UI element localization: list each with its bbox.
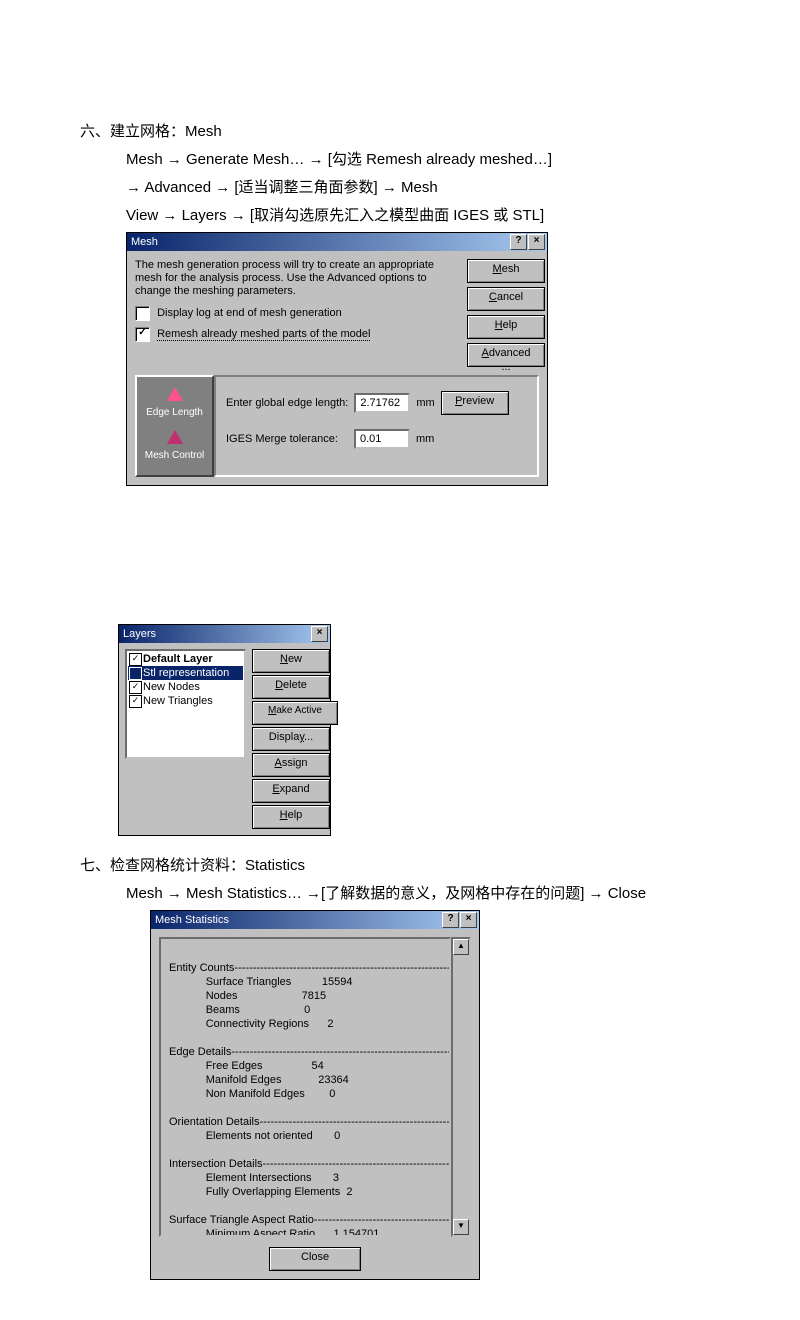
close-button[interactable]: Close — [269, 1247, 361, 1271]
list-item[interactable]: New Triangles — [128, 694, 243, 708]
mesh-dialog-title: Mesh — [131, 233, 158, 251]
display-button[interactable]: Display... — [252, 727, 330, 751]
edge-length-tab[interactable]: Edge Length — [137, 383, 212, 426]
stats-dialog-titlebar[interactable]: Mesh Statistics ? × — [151, 911, 479, 929]
section-6-line-2: → Advanced → [适当调整三角面参数] → Mesh — [80, 176, 720, 200]
edge-length-input[interactable] — [358, 396, 410, 410]
make-active-button[interactable]: Make Active — [252, 701, 338, 725]
advanced-button[interactable]: Advanced ... — [467, 343, 545, 367]
iges-tolerance-input[interactable] — [358, 432, 410, 446]
section-7-line-1: Mesh → Mesh Statistics… →[了解数据的意义，及网格中存在… — [80, 882, 720, 906]
stats-dialog-title: Mesh Statistics — [155, 911, 229, 929]
mesh-desc: The mesh generation process will try to … — [135, 259, 459, 298]
assign-button[interactable]: Assign — [252, 753, 330, 777]
help-button[interactable]: Help — [467, 315, 545, 339]
display-log-label: Display log at end of mesh generation — [157, 307, 342, 319]
scroll-down-icon[interactable]: ▼ — [453, 1219, 469, 1235]
mesh-button[interactable]: Mesh — [467, 259, 545, 283]
layers-list[interactable]: Default Layer Stl representation New Nod… — [125, 649, 246, 759]
mesh-dialog: Mesh ? × The mesh generation process wil… — [126, 232, 548, 486]
new-button[interactable]: New — [252, 649, 330, 673]
list-item[interactable]: New Nodes — [128, 680, 243, 694]
iges-tolerance-label: IGES Merge tolerance: — [226, 433, 348, 445]
mesh-control-tab[interactable]: Mesh Control — [137, 426, 212, 469]
display-log-checkbox[interactable] — [135, 306, 150, 321]
list-item[interactable]: Default Layer — [128, 652, 243, 666]
triangle-icon — [167, 430, 183, 444]
help-icon[interactable]: ? — [442, 912, 459, 928]
section-6-line-1: Mesh → Generate Mesh… → [勾选 Remesh alrea… — [80, 148, 720, 172]
delete-button[interactable]: Delete — [252, 675, 330, 699]
cancel-button[interactable]: Cancel — [467, 287, 545, 311]
section-6-line-3: View → Layers → [取消勾选原先汇入之模型曲面 IGES 或 ST… — [80, 204, 720, 228]
list-item[interactable]: Stl representation — [128, 666, 243, 680]
mesh-dialog-titlebar[interactable]: Mesh ? × — [127, 233, 547, 251]
help-icon[interactable]: ? — [510, 234, 527, 250]
section-7-title: 七、检查网格统计资料：Statistics — [80, 854, 720, 878]
help-button[interactable]: Help — [252, 805, 330, 829]
stats-dialog: Mesh Statistics ? × Entity Counts-------… — [150, 910, 480, 1280]
layers-dialog: Layers × Default Layer Stl representatio… — [118, 624, 331, 836]
vertical-scrollbar[interactable]: ▲ ▼ — [451, 937, 471, 1237]
close-icon[interactable]: × — [460, 912, 477, 928]
stats-text-area: Entity Counts---------------------------… — [159, 937, 451, 1237]
layers-dialog-titlebar[interactable]: Layers × — [119, 625, 330, 643]
unit-mm: mm — [416, 397, 434, 409]
triangle-icon — [167, 387, 183, 401]
expand-button[interactable]: Expand — [252, 779, 330, 803]
layers-dialog-title: Layers — [123, 625, 156, 643]
edge-length-label: Enter global edge length: — [226, 397, 348, 409]
remesh-checkbox[interactable] — [135, 327, 150, 342]
section-6-title: 六、建立网格：Mesh — [80, 120, 720, 144]
preview-button[interactable]: Preview — [441, 391, 509, 415]
unit-mm-2: mm — [416, 433, 434, 445]
close-icon[interactable]: × — [528, 234, 545, 250]
scroll-up-icon[interactable]: ▲ — [453, 939, 469, 955]
mesh-sidebar: Edge Length Mesh Control — [135, 375, 214, 477]
remesh-label: Remesh already meshed parts of the model — [157, 328, 370, 341]
close-icon[interactable]: × — [311, 626, 328, 642]
